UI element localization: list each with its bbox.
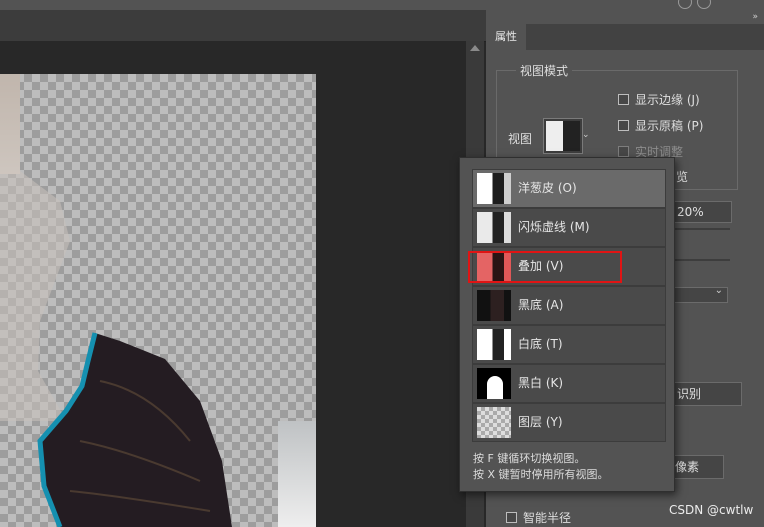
- checkbox-icon[interactable]: [506, 512, 517, 523]
- on-layers-thumb-icon: [477, 407, 511, 438]
- on-white-thumb-icon: [477, 329, 511, 360]
- chevron-down-icon[interactable]: ⌄: [582, 130, 590, 140]
- view-option-onion-skin[interactable]: 洋葱皮 (O): [472, 169, 666, 208]
- onion-skin-thumb-icon: [477, 173, 511, 204]
- checkbox-icon[interactable]: [618, 94, 629, 105]
- view-option-black-white[interactable]: 黑白 (K): [472, 364, 666, 403]
- high-quality-preview-label: 览: [676, 170, 689, 184]
- slider-track[interactable]: [672, 259, 730, 261]
- view-option-on-layers[interactable]: 图层 (Y): [472, 403, 666, 442]
- subject-image: [0, 74, 232, 527]
- show-edge-checkbox[interactable]: 显示边缘 (J): [618, 91, 700, 108]
- title-bar: [0, 0, 764, 10]
- checkbox-icon[interactable]: [618, 146, 629, 157]
- panel-collapse-icon[interactable]: »: [752, 12, 758, 22]
- watermark: CSDN @cwtlw: [669, 503, 754, 517]
- hint-cycle-views: 按 F 键循环切换视图。: [473, 452, 586, 465]
- view-option-on-white[interactable]: 白底 (T): [472, 325, 666, 364]
- marching-ants-thumb-icon: [477, 212, 511, 243]
- recognize-button[interactable]: 识别: [672, 382, 742, 406]
- help-icon[interactable]: [697, 0, 711, 9]
- mode-dropdown[interactable]: ⌄: [672, 285, 728, 303]
- document-tab-strip: [0, 10, 486, 42]
- black-white-thumb-icon: [477, 368, 511, 399]
- tab-properties[interactable]: 属性: [486, 24, 526, 50]
- chevron-down-icon[interactable]: ⌄: [715, 285, 723, 296]
- percent-field[interactable]: 20%: [672, 201, 732, 223]
- info-icon[interactable]: [678, 0, 692, 9]
- panel-tab-bar: 属性: [486, 24, 764, 50]
- pixels-field[interactable]: 像素: [672, 455, 724, 479]
- hint-disable-views: 按 X 键暂时停用所有视图。: [473, 468, 609, 481]
- view-label: 视图: [508, 132, 533, 146]
- canvas-area[interactable]: [0, 41, 466, 527]
- view-mode-popup: 洋葱皮 (O) 闪烁虚线 (M) 叠加 (V) 黑底 (A) 白底 (T) 黑白…: [459, 157, 675, 492]
- show-original-checkbox[interactable]: 显示原稿 (P): [618, 117, 703, 134]
- checkbox-icon[interactable]: [618, 120, 629, 131]
- on-black-thumb-icon: [477, 290, 511, 321]
- slider-track[interactable]: [672, 228, 730, 230]
- smart-radius-checkbox[interactable]: 智能半径: [506, 509, 571, 526]
- scroll-up-arrow-icon[interactable]: [470, 45, 480, 51]
- view-option-on-black[interactable]: 黑底 (A): [472, 286, 666, 325]
- view-option-marching-ants[interactable]: 闪烁虚线 (M): [472, 208, 666, 247]
- view-mode-dropdown[interactable]: [543, 118, 583, 154]
- view-mode-title: 视图模式: [516, 62, 573, 79]
- overlay-highlight-box: [468, 251, 622, 283]
- view-preview-thumb: [546, 121, 580, 151]
